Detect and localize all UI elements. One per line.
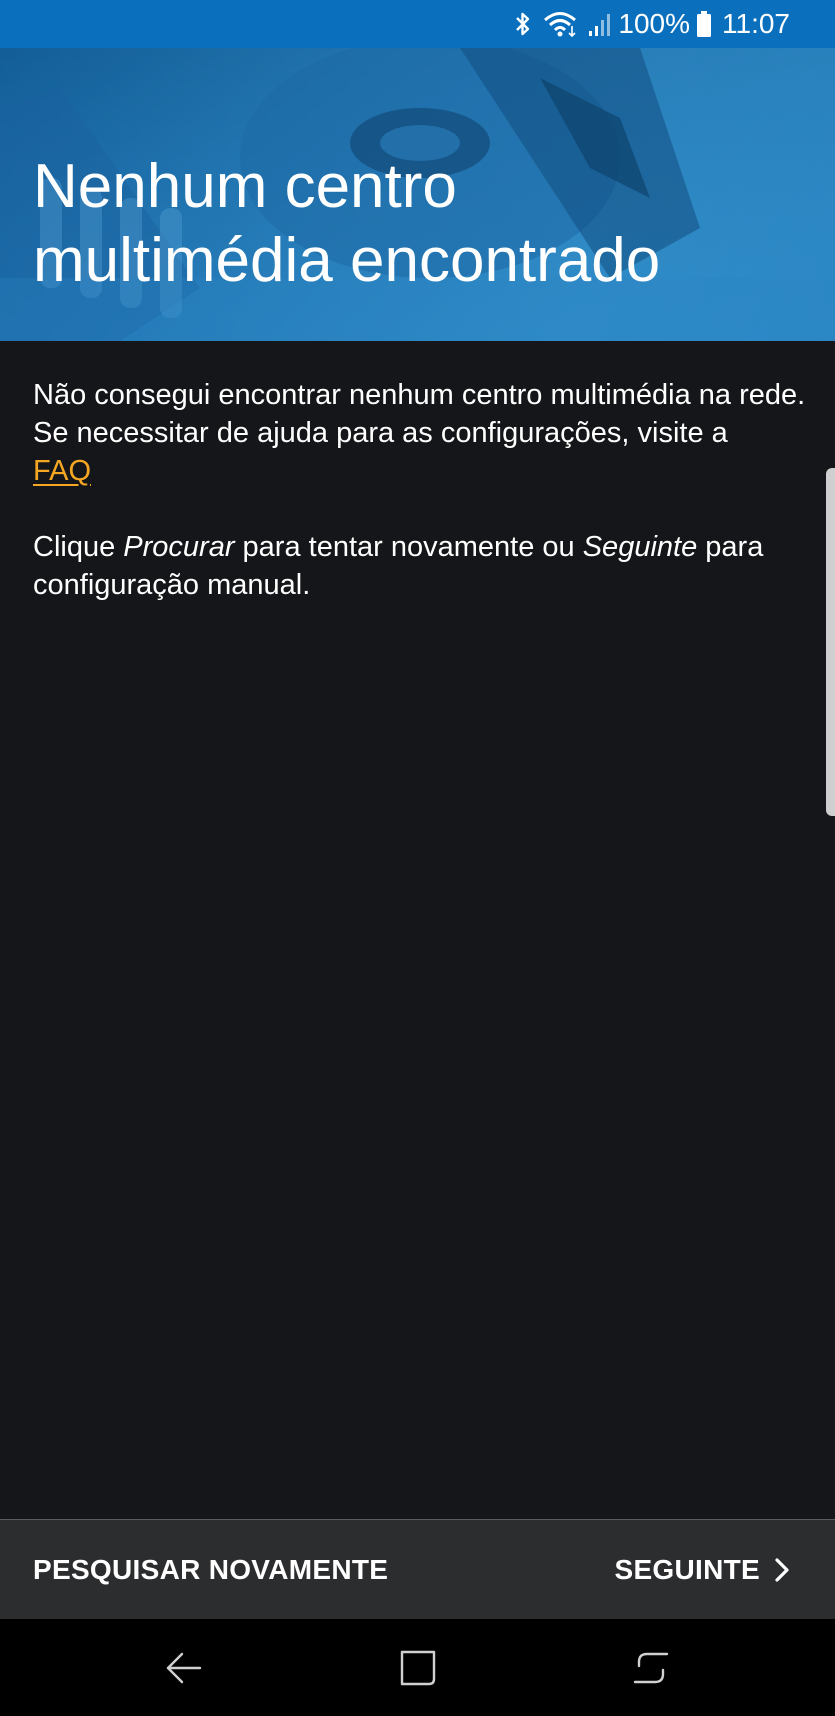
- page-title: Nenhum centro multimédia encontrado: [33, 152, 661, 295]
- faq-link[interactable]: FAQ: [33, 455, 91, 487]
- search-again-button[interactable]: PESQUISAR NOVAMENTE: [33, 1520, 388, 1620]
- instruction-search-term: Procurar: [123, 531, 235, 563]
- next-button[interactable]: SEGUINTE: [614, 1520, 790, 1620]
- navigation-bar: [0, 1619, 835, 1716]
- help-message: Se necessitar de ajuda para as configura…: [33, 414, 808, 490]
- bluetooth-icon: [514, 11, 532, 37]
- instruction-next-term: Seguinte: [582, 531, 698, 563]
- not-found-message: Não consegui encontrar nenhum centro mul…: [33, 379, 806, 411]
- battery-icon: [696, 10, 712, 38]
- instruction-prefix: Clique: [33, 531, 124, 563]
- status-bar: 100% 11:07: [0, 0, 835, 48]
- clock: 11:07: [722, 8, 790, 39]
- instruction-message: Clique Procurar para tentar novamente ou…: [33, 528, 808, 604]
- help-message-text: Se necessitar de ajuda para as configura…: [33, 417, 728, 449]
- header-banner: Nenhum centro multimédia encontrado: [0, 48, 835, 341]
- instruction-middle: para tentar novamente ou: [234, 531, 583, 563]
- signal-icon: [588, 11, 611, 37]
- message-body: Não consegui encontrar nenhum centro mul…: [33, 376, 808, 604]
- chevron-right-icon: [774, 1557, 790, 1583]
- action-bar: PESQUISAR NOVAMENTE SEGUINTE: [0, 1519, 835, 1619]
- back-icon[interactable]: [161, 1645, 207, 1691]
- recent-apps-icon[interactable]: [628, 1645, 674, 1691]
- home-icon[interactable]: [395, 1645, 441, 1691]
- next-button-label: SEGUINTE: [614, 1554, 760, 1585]
- wifi-icon: [542, 10, 578, 38]
- battery-percentage: 100%: [618, 8, 690, 39]
- scrollbar-handle[interactable]: [826, 468, 835, 816]
